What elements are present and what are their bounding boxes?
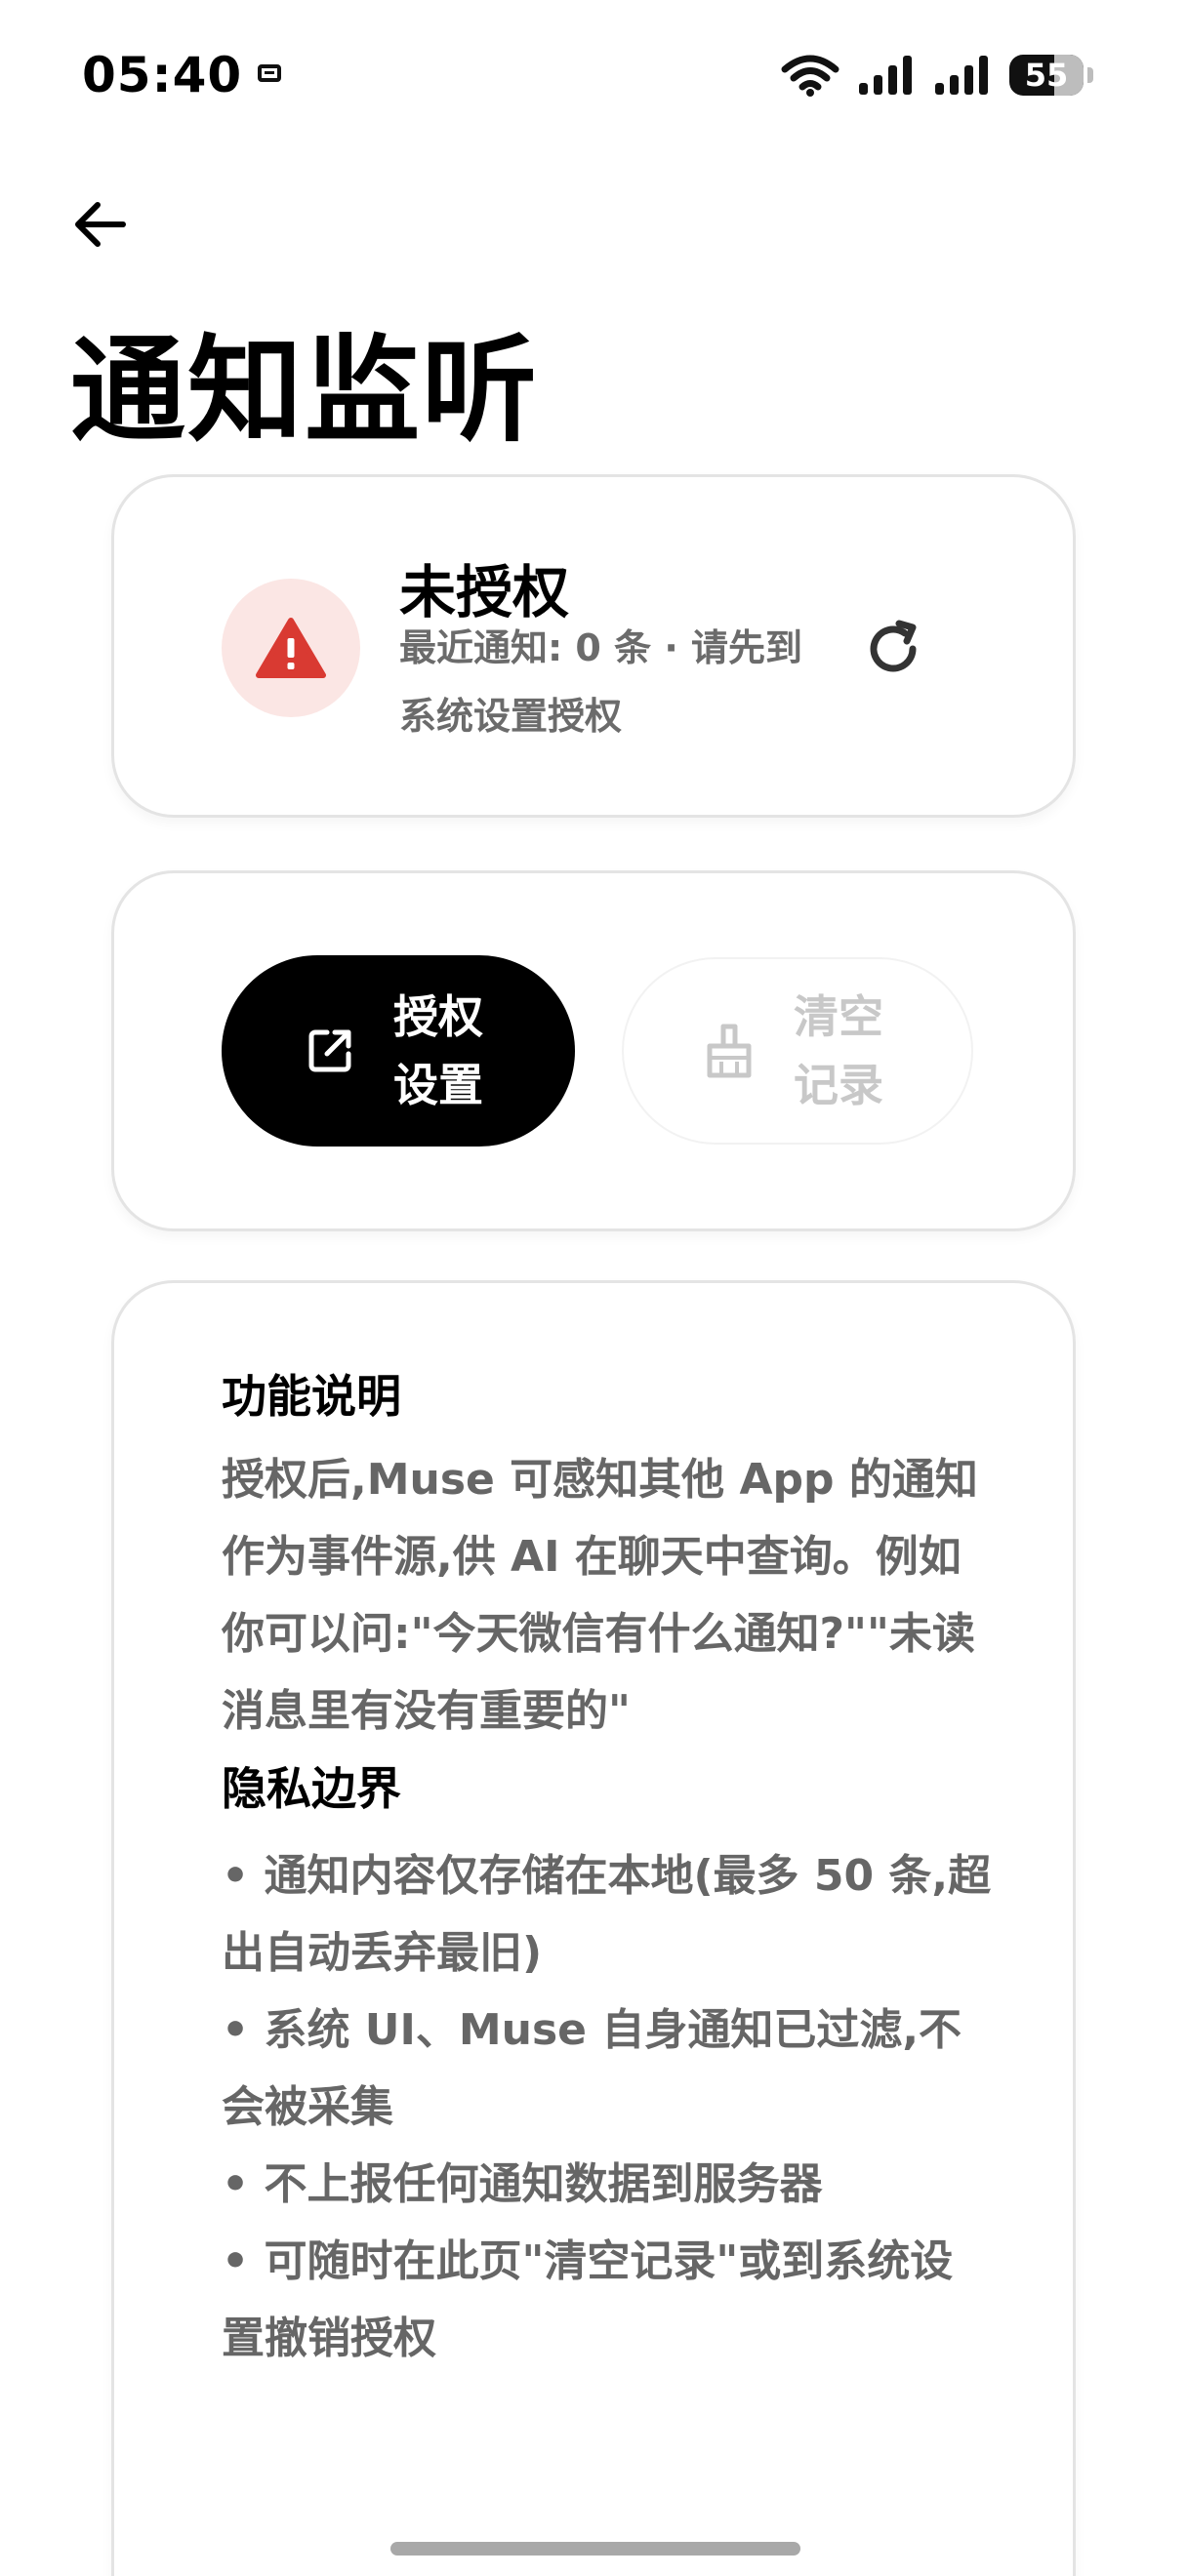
privacy-item: • 系统 UI、Muse 自身通知已过滤,不会被采集 (222, 2005, 962, 2132)
info-card: 功能说明 授权后,Muse 可感知其他 App 的通知作为事件源,供 AI 在聊… (111, 1280, 1076, 2576)
page-title: 通知监听 (70, 323, 540, 458)
authorization-status-description: 最近通知: 0 条 · 请先到系统设置授权 (399, 626, 802, 738)
authorization-status-card: 未授权 最近通知: 0 条 · 请先到系统设置授权 (111, 474, 1076, 818)
status-icons: 55 (781, 51, 1093, 100)
refresh-icon (870, 620, 917, 672)
sim-icon (258, 64, 281, 82)
privacy-item: • 可随时在此页"清空记录"或到系统设置撤销授权 (222, 2236, 954, 2363)
feature-description-heading: 功能说明 (222, 1370, 401, 1423)
privacy-boundary-heading: 隐私边界 (222, 1762, 401, 1815)
arrow-left-icon (75, 202, 126, 247)
clear-records-button[interactable]: 清空记录 (622, 957, 973, 1145)
external-link-icon (308, 1029, 351, 1072)
refresh-button[interactable] (846, 602, 940, 696)
broom-icon (707, 1024, 752, 1078)
privacy-item: • 通知内容仅存储在本地(最多 50 条,超出自动丢弃最旧) (222, 1851, 992, 1978)
signal-icon (859, 56, 912, 95)
privacy-list: • 通知内容仅存储在本地(最多 50 条,超出自动丢弃最旧) • 系统 UI、M… (222, 1837, 993, 2377)
status-bar: 05:40 55 (0, 0, 1187, 146)
actions-card: 授权设置 清空记录 (111, 870, 1076, 1231)
authorization-settings-label: 授权设置 (393, 990, 483, 1111)
authorization-settings-button[interactable]: 授权设置 (222, 955, 575, 1147)
battery-level: 55 (1024, 57, 1069, 94)
back-button[interactable] (57, 181, 143, 267)
notification-listener-screen: 05:40 55 通知监听 未授权 最近通知: 0 条 · 请先到系统设置授权 … (0, 0, 1187, 2576)
warning-badge (222, 579, 360, 717)
battery-icon: 55 (1009, 55, 1084, 96)
wifi-icon (781, 55, 839, 97)
clear-records-label: 清空记录 (794, 990, 883, 1111)
privacy-item: • 不上报任何通知数据到服务器 (222, 2159, 823, 2209)
status-time: 05:40 (82, 47, 243, 103)
home-indicator (390, 2542, 800, 2556)
warning-triangle-icon (256, 618, 326, 678)
feature-description-text: 授权后,Muse 可感知其他 App 的通知作为事件源,供 AI 在聊天中查询。… (222, 1455, 978, 1736)
signal-icon (935, 56, 988, 95)
